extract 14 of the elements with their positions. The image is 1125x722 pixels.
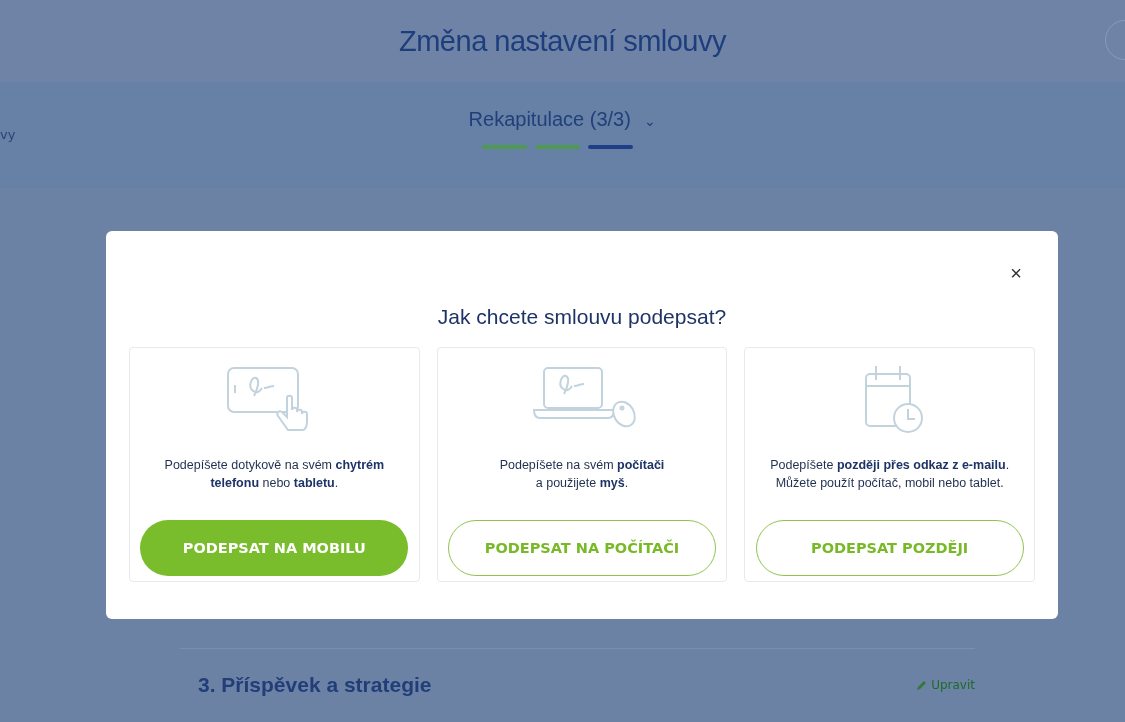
option-description: Podepíšete na svém počítači a použijete myš. xyxy=(499,457,665,492)
edit-link[interactable]: Upravit xyxy=(931,678,975,692)
dialog-title: Jak chcete smlouvu podepsat? xyxy=(436,305,728,329)
sign-button[interactable]: PODEPSAT NA MOBILU xyxy=(140,520,409,576)
sign-button[interactable]: PODEPSAT POZDĚJI xyxy=(755,520,1024,576)
close-button[interactable]: × xyxy=(1006,263,1026,283)
step-dropdown[interactable]: Rekapitulace (3/3) ⌄ xyxy=(468,108,657,131)
previous-step-label[interactable]: vy xyxy=(0,127,16,142)
pencil-icon xyxy=(916,679,928,691)
page-title: Změna nastavení smlouvy xyxy=(399,24,726,58)
section-heading: 3. Příspěvek a strategie xyxy=(198,673,432,697)
sign-button[interactable]: PODEPSAT NA POČÍTAČI xyxy=(448,520,716,576)
option-description: Podepíšete později přes odkaz z e-mailu. Můžete použít počítač, mobil nebo tablet. xyxy=(770,457,1010,492)
option-description: Podepíšete dotykově na svém chytrém telefonu nebo tabletu. xyxy=(163,457,386,492)
